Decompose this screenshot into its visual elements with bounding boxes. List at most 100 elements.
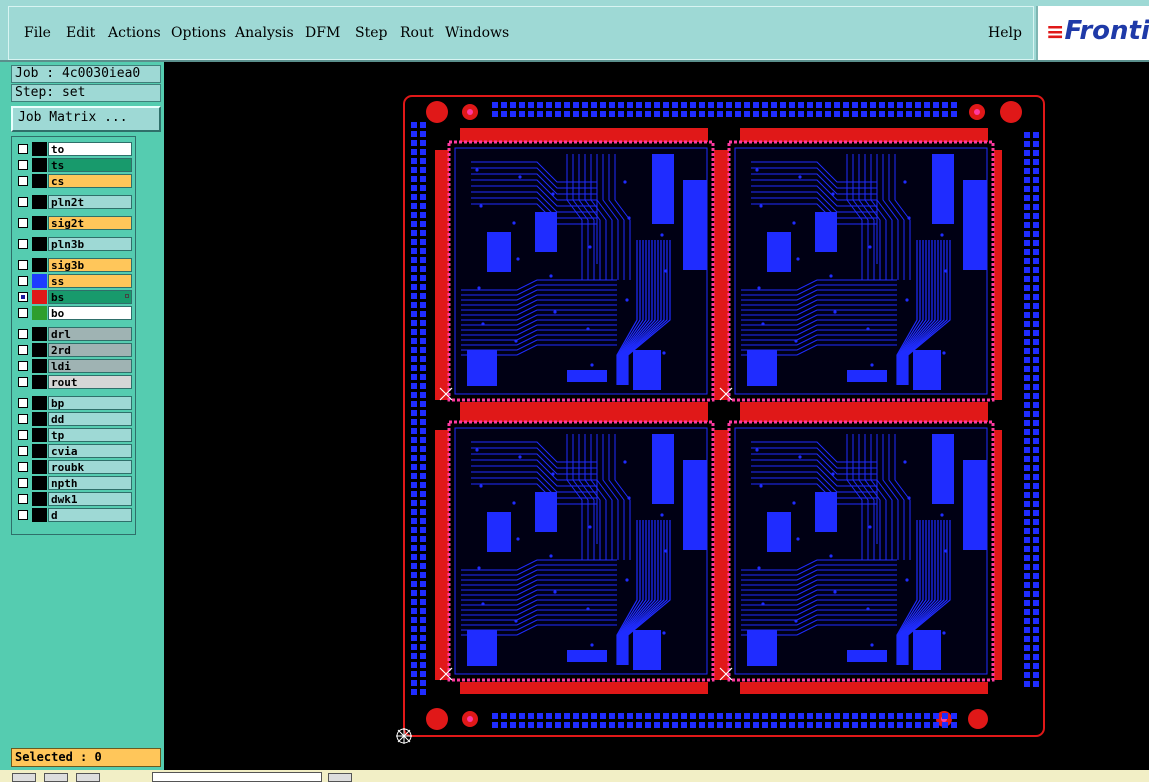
layer-checkbox[interactable]	[18, 478, 28, 488]
layer-row-cs[interactable]: cs	[15, 174, 132, 188]
layer-color-swatch[interactable]	[32, 195, 47, 209]
layer-row-pln3b[interactable]: pln3b	[15, 237, 132, 251]
menu-dfm[interactable]: DFM	[305, 25, 340, 41]
graphics-canvas[interactable]	[164, 62, 1149, 770]
layer-checkbox[interactable]	[18, 430, 28, 440]
layer-color-swatch[interactable]	[32, 174, 47, 188]
layer-name[interactable]: bs	[48, 290, 132, 304]
layer-row-dd[interactable]: dd	[15, 412, 132, 426]
layer-name[interactable]: bp	[48, 396, 132, 410]
layer-row-cvia[interactable]: cvia	[15, 444, 132, 458]
layer-checkbox[interactable]	[18, 308, 28, 318]
layer-color-swatch[interactable]	[32, 142, 47, 156]
layer-row-roubk[interactable]: roubk	[15, 460, 132, 474]
layer-name[interactable]: dwk1	[48, 492, 132, 506]
layer-checkbox[interactable]	[18, 377, 28, 387]
layer-color-swatch[interactable]	[32, 412, 47, 426]
layer-color-swatch[interactable]	[32, 492, 47, 506]
layer-color-swatch[interactable]	[32, 158, 47, 172]
layer-checkbox[interactable]	[18, 176, 28, 186]
layer-checkbox[interactable]	[18, 160, 28, 170]
layer-name[interactable]: 2rd	[48, 343, 132, 357]
layer-color-swatch[interactable]	[32, 359, 47, 373]
layer-row-2rd[interactable]: 2rd	[15, 343, 132, 357]
layer-color-swatch[interactable]	[32, 327, 47, 341]
bottom-button-3[interactable]	[76, 773, 100, 782]
menu-step[interactable]: Step	[355, 25, 387, 41]
menu-rout[interactable]: Rout	[400, 25, 434, 41]
bottom-button-1[interactable]	[12, 773, 36, 782]
layer-color-swatch[interactable]	[32, 476, 47, 490]
layer-checkbox[interactable]	[18, 345, 28, 355]
menu-windows[interactable]: Windows	[445, 25, 509, 41]
layer-row-d[interactable]: d	[15, 508, 132, 522]
layer-color-swatch[interactable]	[32, 428, 47, 442]
job-matrix-button[interactable]: Job Matrix ...	[11, 106, 161, 132]
layer-row-bo[interactable]: bo	[15, 306, 132, 320]
layer-color-swatch[interactable]	[32, 375, 47, 389]
layer-row-tp[interactable]: tp	[15, 428, 132, 442]
layer-checkbox[interactable]	[18, 446, 28, 456]
menu-analysis[interactable]: Analysis	[235, 25, 294, 41]
layer-color-swatch[interactable]	[32, 237, 47, 251]
layer-name[interactable]: dd	[48, 412, 132, 426]
layer-row-dwk1[interactable]: dwk1	[15, 492, 132, 506]
layer-name[interactable]: tp	[48, 428, 132, 442]
layer-name[interactable]: cvia	[48, 444, 132, 458]
layer-name[interactable]: ldi	[48, 359, 132, 373]
menu-help[interactable]: Help	[988, 25, 1022, 41]
layer-name[interactable]: sig3b	[48, 258, 132, 272]
layer-checkbox[interactable]	[18, 398, 28, 408]
layer-color-swatch[interactable]	[32, 444, 47, 458]
layer-row-pln2t[interactable]: pln2t	[15, 195, 132, 209]
layer-name[interactable]: d	[48, 508, 132, 522]
layer-color-swatch[interactable]	[32, 258, 47, 272]
layer-color-swatch[interactable]	[32, 343, 47, 357]
menu-edit[interactable]: Edit	[66, 25, 95, 41]
layer-checkbox[interactable]	[18, 414, 28, 424]
layer-checkbox[interactable]	[18, 144, 28, 154]
layer-row-drl[interactable]: drl	[15, 327, 132, 341]
layer-color-swatch[interactable]	[32, 508, 47, 522]
layer-color-swatch[interactable]	[32, 274, 47, 288]
menu-actions[interactable]: Actions	[108, 25, 161, 41]
layer-row-sig3b[interactable]: sig3b	[15, 258, 132, 272]
layer-name[interactable]: ss	[48, 274, 132, 288]
layer-checkbox[interactable]	[18, 329, 28, 339]
layer-checkbox[interactable]	[18, 361, 28, 371]
layer-row-rout[interactable]: rout	[15, 375, 132, 389]
layer-row-ldi[interactable]: ldi	[15, 359, 132, 373]
layer-name[interactable]: drl	[48, 327, 132, 341]
layer-name[interactable]: pln2t	[48, 195, 132, 209]
layer-row-bp[interactable]: bp	[15, 396, 132, 410]
layer-name[interactable]: rout	[48, 375, 132, 389]
layer-row-sig2t[interactable]: sig2t	[15, 216, 132, 230]
command-input[interactable]	[152, 772, 322, 782]
layer-checkbox[interactable]	[18, 276, 28, 286]
layer-checkbox[interactable]	[18, 197, 28, 207]
layer-name[interactable]: cs	[48, 174, 132, 188]
layer-color-swatch[interactable]	[32, 290, 47, 304]
layer-name[interactable]: npth	[48, 476, 132, 490]
layer-color-swatch[interactable]	[32, 460, 47, 474]
layer-name[interactable]: ts	[48, 158, 132, 172]
layer-row-ts[interactable]: ts	[15, 158, 132, 172]
layer-name[interactable]: to	[48, 142, 132, 156]
pcb-panel-view[interactable]	[164, 62, 1149, 770]
layer-color-swatch[interactable]	[32, 306, 47, 320]
layer-checkbox[interactable]	[18, 462, 28, 472]
layer-row-npth[interactable]: npth	[15, 476, 132, 490]
layer-row-bs[interactable]: bs	[15, 290, 132, 304]
layer-color-swatch[interactable]	[32, 216, 47, 230]
menu-options[interactable]: Options	[171, 25, 226, 41]
layer-name[interactable]: sig2t	[48, 216, 132, 230]
layer-color-swatch[interactable]	[32, 396, 47, 410]
layer-checkbox[interactable]	[18, 239, 28, 249]
layer-checkbox[interactable]	[18, 260, 28, 270]
layer-name[interactable]: roubk	[48, 460, 132, 474]
layer-name[interactable]: bo	[48, 306, 132, 320]
menu-file[interactable]: File	[24, 25, 51, 41]
layer-row-ss[interactable]: ss	[15, 274, 132, 288]
bottom-button-2[interactable]	[44, 773, 68, 782]
layer-name[interactable]: pln3b	[48, 237, 132, 251]
